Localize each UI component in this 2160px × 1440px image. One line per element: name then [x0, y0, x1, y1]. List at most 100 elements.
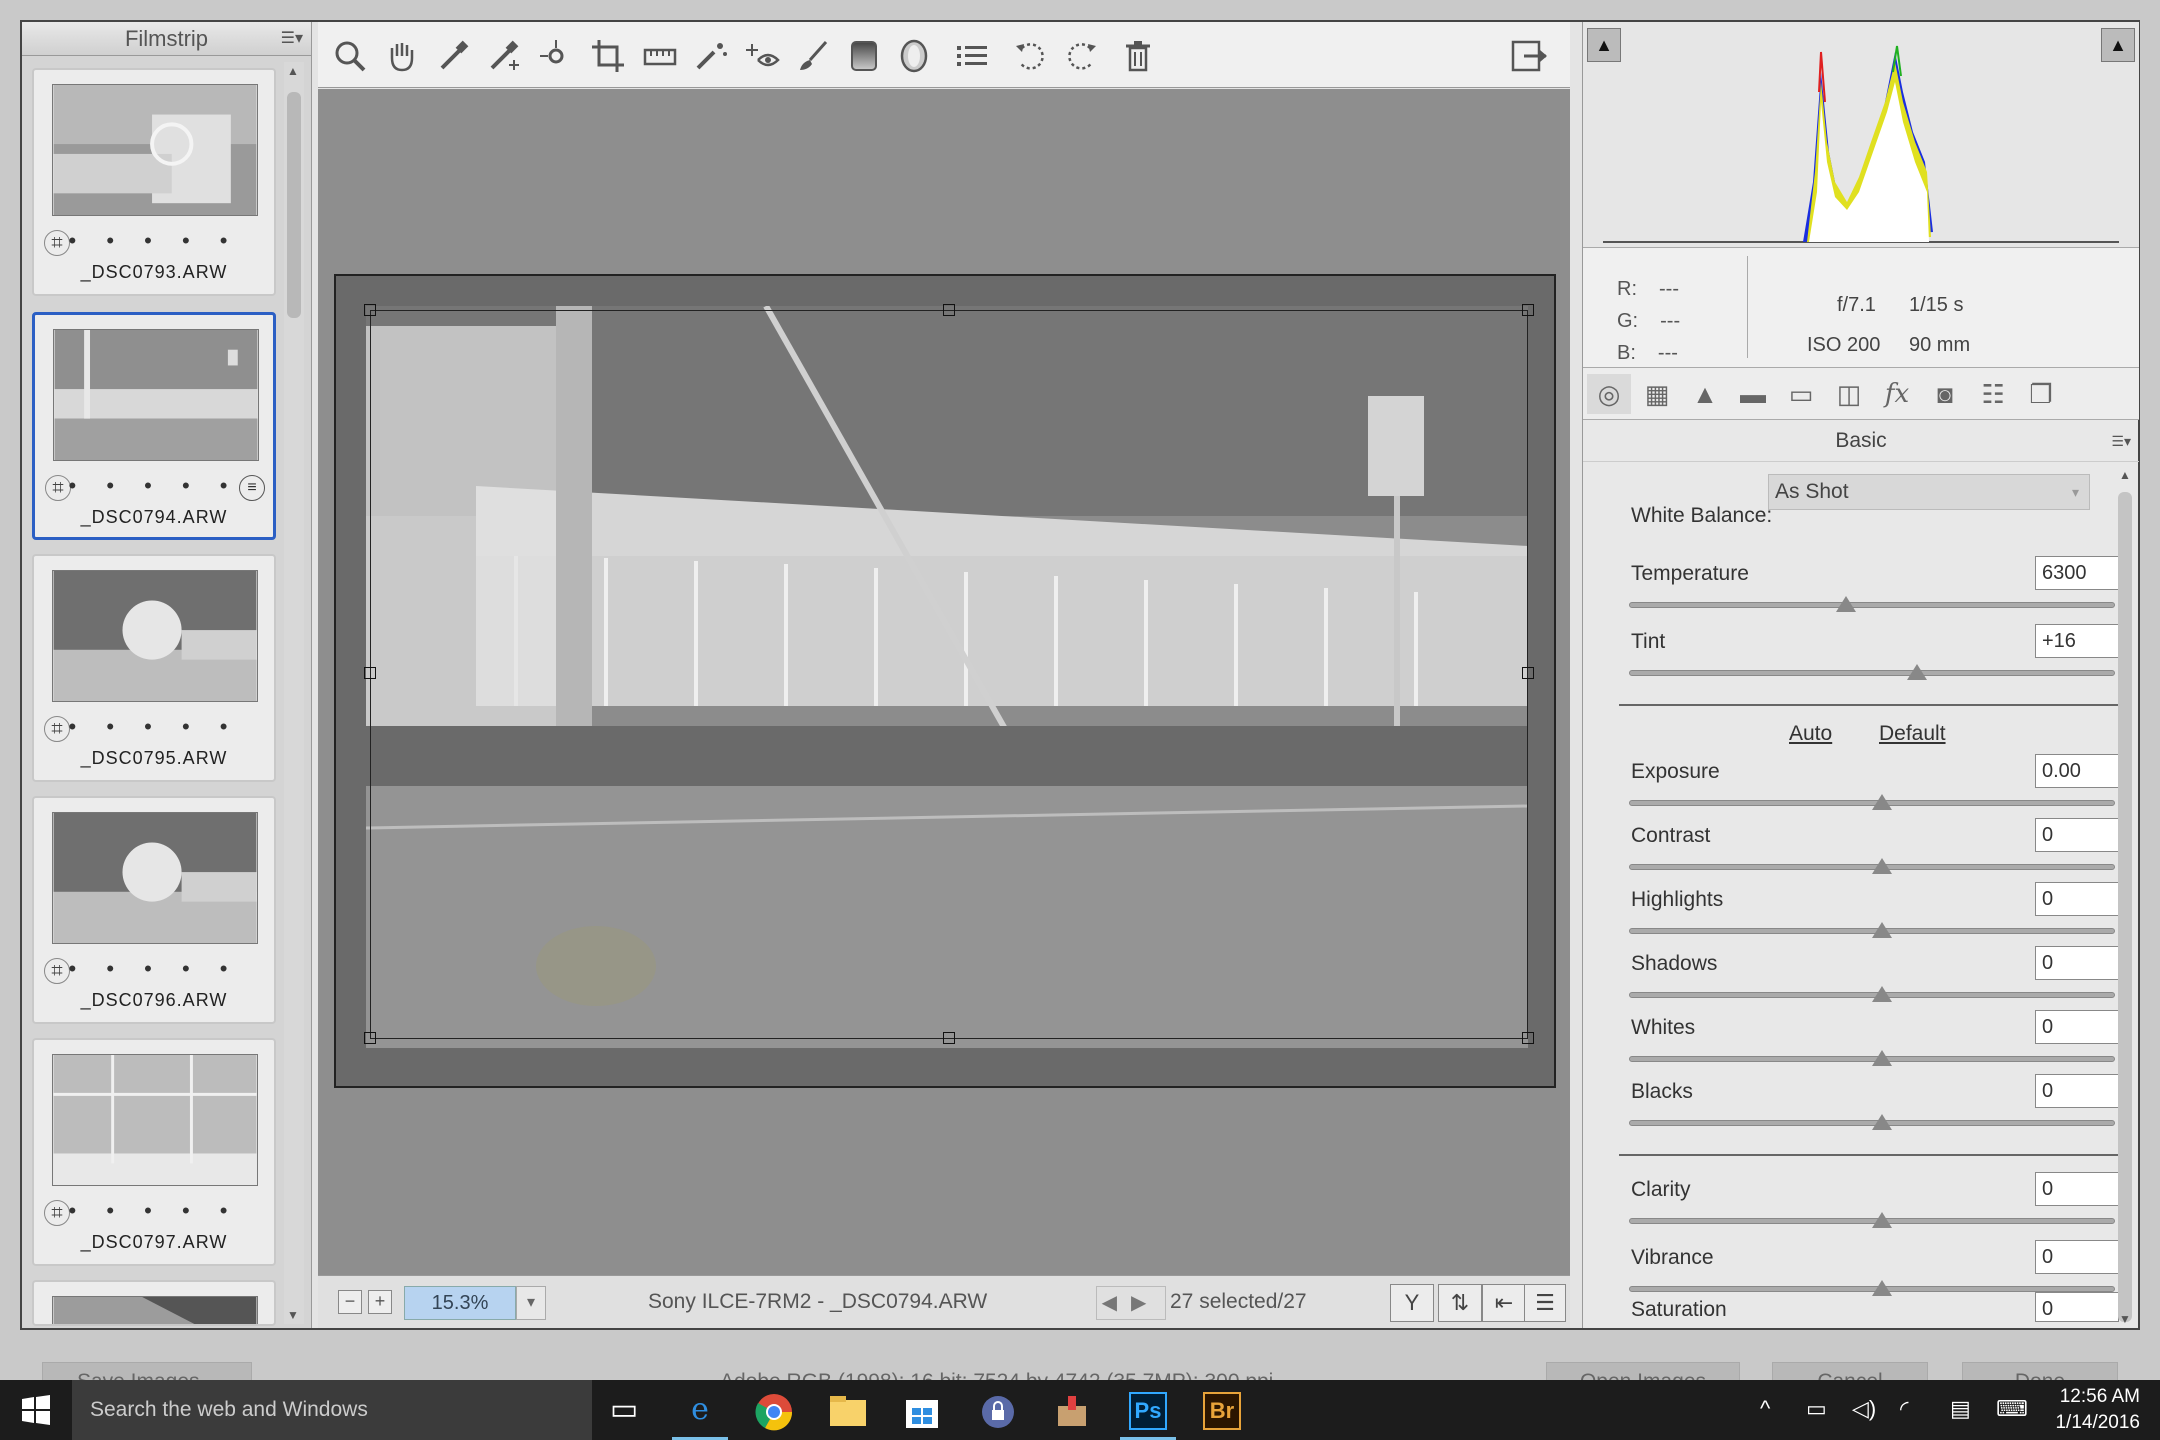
auto-link[interactable]: Auto — [1789, 722, 1832, 746]
clarity-input[interactable]: 0 — [2035, 1172, 2119, 1206]
contrast-knob[interactable] — [1872, 858, 1892, 874]
chrome-icon[interactable] — [746, 1388, 802, 1440]
keepass-icon[interactable] — [970, 1388, 1026, 1440]
exposure-input[interactable]: 0.00 — [2035, 754, 2119, 788]
temperature-knob[interactable] — [1836, 596, 1856, 612]
shadows-input[interactable]: 0 — [2035, 946, 2119, 980]
trash-icon[interactable] — [1120, 38, 1156, 74]
rating-stars[interactable]: • • • • • — [35, 473, 273, 499]
zoom-out-button[interactable]: − — [338, 1290, 362, 1314]
whites-input[interactable]: 0 — [2035, 1010, 2119, 1044]
store-icon[interactable] — [894, 1388, 950, 1440]
adjustment-brush-tool-icon[interactable] — [796, 38, 832, 74]
default-link[interactable]: Default — [1879, 722, 1946, 746]
bridge-icon[interactable]: Br — [1194, 1388, 1250, 1440]
temperature-slider[interactable] — [1629, 602, 2115, 608]
tint-knob[interactable] — [1907, 664, 1927, 680]
straighten-tool-icon[interactable] — [642, 38, 678, 74]
rating-stars[interactable]: • • • • • — [34, 228, 274, 254]
red-eye-removal-tool-icon[interactable] — [744, 38, 780, 74]
filmstrip-thumbnail[interactable]: ⌗ • • • • • _DSC0796.ARW — [32, 796, 276, 1024]
zoom-in-button[interactable]: + — [368, 1290, 392, 1314]
crop-handle-right[interactable] — [1522, 667, 1534, 679]
zoom-tool-icon[interactable] — [332, 38, 368, 74]
task-view-icon[interactable]: ▭ — [596, 1388, 652, 1440]
crop-overlay[interactable] — [370, 310, 1528, 1039]
highlights-knob[interactable] — [1872, 922, 1892, 938]
preferences-icon[interactable] — [954, 38, 990, 74]
tone-curve-tab-icon[interactable]: ▦ — [1635, 374, 1679, 414]
blacks-input[interactable]: 0 — [2035, 1074, 2119, 1108]
white-balance-select[interactable]: As Shot ▾ — [1768, 474, 2090, 510]
effects-tab-icon[interactable]: fx — [1875, 374, 1919, 414]
scroll-down-icon[interactable]: ▼ — [287, 1308, 299, 1322]
camera-calibration-tab-icon[interactable]: ◙ — [1923, 374, 1967, 414]
filmstrip-thumbnail[interactable]: ⌗ • • • • • _DSC0793.ARW — [32, 68, 276, 296]
contrast-input[interactable]: 0 — [2035, 818, 2119, 852]
saturation-input[interactable]: 0 — [2035, 1292, 2119, 1322]
before-after-view-icon[interactable]: Y — [1390, 1284, 1434, 1322]
tint-input[interactable]: +16 — [2035, 624, 2119, 658]
tint-slider[interactable] — [1629, 670, 2115, 676]
panel-scrollbar[interactable]: ▲ ▼ — [2116, 462, 2134, 1328]
graduated-filter-tool-icon[interactable] — [846, 38, 882, 74]
filmstrip-thumbnail[interactable] — [32, 1280, 276, 1326]
split-toning-tab-icon[interactable]: ▭ — [1779, 374, 1823, 414]
copy-settings-icon[interactable]: ⇤ — [1482, 1284, 1526, 1322]
rotate-right-icon[interactable] — [1064, 38, 1100, 74]
edge-icon[interactable]: e — [672, 1388, 728, 1440]
crop-handle-top[interactable] — [943, 304, 955, 316]
action-center-icon[interactable]: ▤ — [1950, 1396, 1971, 1422]
crop-handle-left[interactable] — [364, 667, 376, 679]
filmstrip-thumbnail-selected[interactable]: ⌗ • • • • • ≡ _DSC0794.ARW — [32, 312, 276, 540]
battery-icon[interactable]: ▭ — [1806, 1396, 1827, 1422]
basic-tab-icon[interactable]: ◎ — [1587, 374, 1631, 414]
crop-handle-bottom[interactable] — [943, 1032, 955, 1044]
wifi-icon[interactable]: ◜ — [1900, 1396, 1909, 1422]
volume-icon[interactable]: ◁) — [1852, 1396, 1876, 1422]
exposure-knob[interactable] — [1872, 794, 1892, 810]
crop-handle-bottom-right[interactable] — [1522, 1032, 1534, 1044]
filmstrip-thumbnail[interactable]: ⌗ • • • • • _DSC0797.ARW — [32, 1038, 276, 1266]
filmstrip-thumbnail[interactable]: ⌗ • • • • • _DSC0795.ARW — [32, 554, 276, 782]
hand-tool-icon[interactable] — [384, 38, 420, 74]
crop-handle-bottom-left[interactable] — [364, 1032, 376, 1044]
color-sampler-tool-icon[interactable] — [486, 38, 522, 74]
whites-knob[interactable] — [1872, 1050, 1892, 1066]
zoom-dropdown-icon[interactable]: ▾ — [516, 1286, 546, 1320]
crop-handle-top-left[interactable] — [364, 304, 376, 316]
previous-image-icon[interactable]: ◀ — [1102, 1292, 1131, 1314]
show-hidden-icons-icon[interactable]: ^ — [1760, 1396, 1770, 1422]
rating-stars[interactable]: • • • • • — [34, 1198, 274, 1224]
toggle-settings-icon[interactable]: ☰ — [1524, 1284, 1566, 1322]
detail-tab-icon[interactable]: ▲ — [1683, 374, 1727, 414]
app-icon[interactable] — [1044, 1388, 1100, 1440]
crop-tool-icon[interactable] — [590, 38, 626, 74]
rating-stars[interactable]: • • • • • — [34, 714, 274, 740]
blacks-knob[interactable] — [1872, 1114, 1892, 1130]
rating-stars[interactable]: • • • • • — [34, 956, 274, 982]
presets-tab-icon[interactable]: ☷ — [1971, 374, 2015, 414]
spot-removal-tool-icon[interactable] — [694, 38, 730, 74]
photoshop-icon[interactable]: Ps — [1120, 1388, 1176, 1440]
scroll-down-icon[interactable]: ▼ — [2119, 1312, 2131, 1326]
image-navigation[interactable]: ◀▶ — [1096, 1286, 1166, 1320]
rotate-left-icon[interactable] — [1012, 38, 1048, 74]
filmstrip-menu-icon[interactable]: ☰▾ — [281, 22, 303, 56]
temperature-input[interactable]: 6300 — [2035, 556, 2119, 590]
zoom-level[interactable]: 15.3% — [404, 1286, 516, 1320]
shadows-knob[interactable] — [1872, 986, 1892, 1002]
filmstrip-scrollbar[interactable]: ▲ ▼ — [284, 62, 304, 1324]
crop-handle-top-right[interactable] — [1522, 304, 1534, 316]
clarity-knob[interactable] — [1872, 1212, 1892, 1228]
swap-before-after-icon[interactable]: ⇅ — [1438, 1284, 1482, 1322]
keyboard-icon[interactable]: ⌨ — [1996, 1396, 2028, 1422]
taskbar-clock[interactable]: 12:56 AM 1/14/2016 — [2055, 1384, 2140, 1436]
taskbar-search[interactable]: Search the web and Windows — [72, 1380, 592, 1440]
file-explorer-icon[interactable] — [820, 1388, 876, 1440]
scroll-up-icon[interactable]: ▲ — [2119, 468, 2131, 482]
scroll-up-icon[interactable]: ▲ — [287, 64, 299, 78]
highlights-input[interactable]: 0 — [2035, 882, 2119, 916]
vibrance-knob[interactable] — [1872, 1280, 1892, 1296]
white-balance-tool-icon[interactable] — [436, 38, 472, 74]
